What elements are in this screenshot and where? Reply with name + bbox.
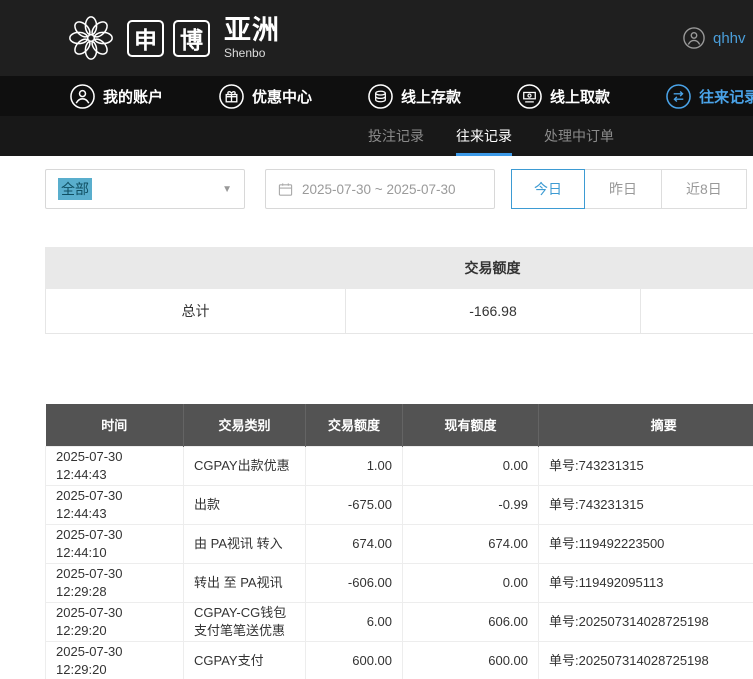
date-range-input[interactable]: 2025-07-30 ~ 2025-07-30 — [265, 169, 495, 209]
summary-total-row: 总计 -166.98 — [45, 289, 753, 334]
nav-online-withdraw[interactable]: 线上取款 — [517, 83, 611, 109]
account-icon — [70, 83, 95, 109]
table-cell: CGPAY支付 — [183, 640, 306, 679]
summary-table: 交易额度 总计 -166.98 — [45, 247, 753, 334]
table-row: 2025-07-30 12:44:43 出款 -675.00 -0.99 单号:7432… — [45, 484, 753, 525]
summary-header-label: 交易额度 — [464, 260, 521, 276]
table-cell: 1.00 — [305, 445, 403, 486]
filter-bar: 全部 ▼ 2025-07-30 ~ 2025-07-30 今日 昨日 近8日 — [45, 169, 753, 209]
records-table-head-row: 时间 交易类别 交易额度 现有额度 摘要 — [45, 404, 753, 446]
nav-label: 线上取款 — [550, 88, 611, 106]
quick-range-buttons: 今日 昨日 近8日 — [511, 169, 747, 209]
column-header: 交易类别 — [183, 404, 306, 446]
user-account[interactable]: qhhv — [683, 27, 746, 49]
summary-total-label: 总计 — [45, 289, 345, 333]
table-cell: 606.00 — [402, 601, 539, 642]
brand-subtitle: Shenbo — [224, 46, 266, 60]
table-cell: 2025-07-30 12:29:28 — [45, 562, 184, 603]
table-cell: 0.00 — [402, 562, 539, 603]
table-cell: 674.00 — [402, 523, 539, 564]
table-row: 2025-07-30 12:44:43 CGPAY出款优惠 1.00 0.00 单号:7… — [45, 445, 753, 486]
table-row: 2025-07-30 12:29:28 转出 至 PA视讯 -606.00 0.00 单… — [45, 562, 753, 603]
table-cell: 出款 — [183, 484, 306, 525]
table-cell: 2025-07-30 12:29:20 — [45, 601, 184, 642]
column-header: 现有额度 — [402, 404, 539, 446]
table-cell: -675.00 — [305, 484, 403, 525]
table-cell: 0.00 — [402, 445, 539, 486]
table-cell: 单号:202507314028725198 — [538, 601, 753, 642]
tab-transaction-records[interactable]: 往来记录 — [456, 116, 512, 156]
table-cell: CGPAY出款优惠 — [183, 445, 306, 486]
column-header: 摘要 — [538, 404, 753, 446]
table-cell: 由 PA视讯 转入 — [183, 523, 306, 564]
table-row: 2025-07-30 12:44:10 由 PA视讯 转入 674.00 674.00… — [45, 523, 753, 564]
summary-total-value: -166.98 — [345, 289, 640, 333]
records-table-body: 2025-07-30 12:44:43 CGPAY出款优惠 1.00 0.00 单号:7… — [45, 445, 753, 679]
calendar-icon — [278, 182, 293, 196]
table-cell: 单号:743231315 — [538, 445, 753, 486]
nav-online-deposit[interactable]: 线上存款 — [368, 83, 462, 109]
table-cell: 2025-07-30 12:44:10 — [45, 523, 184, 564]
logo-char-bo: 博 — [173, 19, 210, 57]
records-subnav: 投注记录 往来记录 处理中订单 — [0, 116, 753, 156]
username: qhhv — [713, 29, 746, 47]
table-cell: 转出 至 PA视讯 — [183, 562, 306, 603]
table-cell: CGPAY-CG钱包支付笔笔送优惠 — [183, 601, 306, 642]
table-cell: -606.00 — [305, 562, 403, 603]
main-nav: 我的账户 优惠中心 线上存款 线上取款 往来记录 — [0, 76, 753, 116]
tab-processing-orders[interactable]: 处理中订单 — [544, 116, 614, 156]
tab-betting-records[interactable]: 投注记录 — [368, 116, 424, 156]
nav-transaction-records[interactable]: 往来记录 — [666, 83, 753, 109]
user-icon — [683, 27, 705, 49]
today-button[interactable]: 今日 — [511, 169, 585, 209]
nav-label: 优惠中心 — [252, 88, 313, 106]
table-cell: 单号:202507314028725198 — [538, 640, 753, 679]
brand-text: 亚洲 Shenbo — [224, 15, 280, 60]
transaction-records-icon — [666, 83, 691, 109]
table-cell: 单号:119492223500 — [538, 523, 753, 564]
table-row: 2025-07-30 12:29:20 CGPAY-CG钱包支付笔笔送优惠 6.00… — [45, 601, 753, 642]
logo-char-shen: 申 — [127, 19, 164, 57]
table-cell: 6.00 — [305, 601, 403, 642]
nav-my-account[interactable]: 我的账户 — [70, 83, 164, 109]
table-row: 2025-07-30 12:29:20 CGPAY支付 600.00 600.00 单号… — [45, 640, 753, 679]
nav-label: 往来记录 — [699, 88, 753, 106]
promotions-icon — [219, 83, 244, 109]
logo: 申 博 亚洲 Shenbo — [64, 11, 280, 65]
type-select[interactable]: 全部 ▼ — [45, 169, 245, 209]
column-header: 交易额度 — [305, 404, 403, 446]
column-header: 时间 — [45, 404, 184, 446]
withdraw-icon — [517, 83, 542, 109]
last-8-days-button[interactable]: 近8日 — [661, 169, 747, 209]
yesterday-button[interactable]: 昨日 — [584, 169, 662, 209]
table-cell: 单号:119492095113 — [538, 562, 753, 603]
nav-label: 线上存款 — [401, 88, 462, 106]
summary-header: 交易额度 — [45, 247, 753, 289]
site-header: 申 博 亚洲 Shenbo qhhv — [0, 0, 753, 76]
deposit-icon — [368, 83, 393, 109]
table-cell: 600.00 — [402, 640, 539, 679]
brand-region: 亚洲 — [224, 15, 280, 45]
table-cell: 600.00 — [305, 640, 403, 679]
chevron-down-icon: ▼ — [222, 183, 232, 195]
nav-label: 我的账户 — [103, 88, 164, 106]
table-cell: 2025-07-30 12:29:20 — [45, 640, 184, 679]
lotus-logo-icon — [69, 16, 113, 60]
records-table: 时间 交易类别 交易额度 现有额度 摘要 2025-07-30 12:44:43 CGPA… — [45, 404, 753, 679]
table-cell: 2025-07-30 12:44:43 — [45, 445, 184, 486]
table-cell: 674.00 — [305, 523, 403, 564]
table-cell: -0.99 — [402, 484, 539, 525]
nav-promotions[interactable]: 优惠中心 — [219, 83, 313, 109]
table-cell: 单号:743231315 — [538, 484, 753, 525]
table-cell: 2025-07-30 12:44:43 — [45, 484, 184, 525]
date-range-value: 2025-07-30 ~ 2025-07-30 — [302, 181, 456, 197]
type-select-value: 全部 — [58, 178, 92, 200]
